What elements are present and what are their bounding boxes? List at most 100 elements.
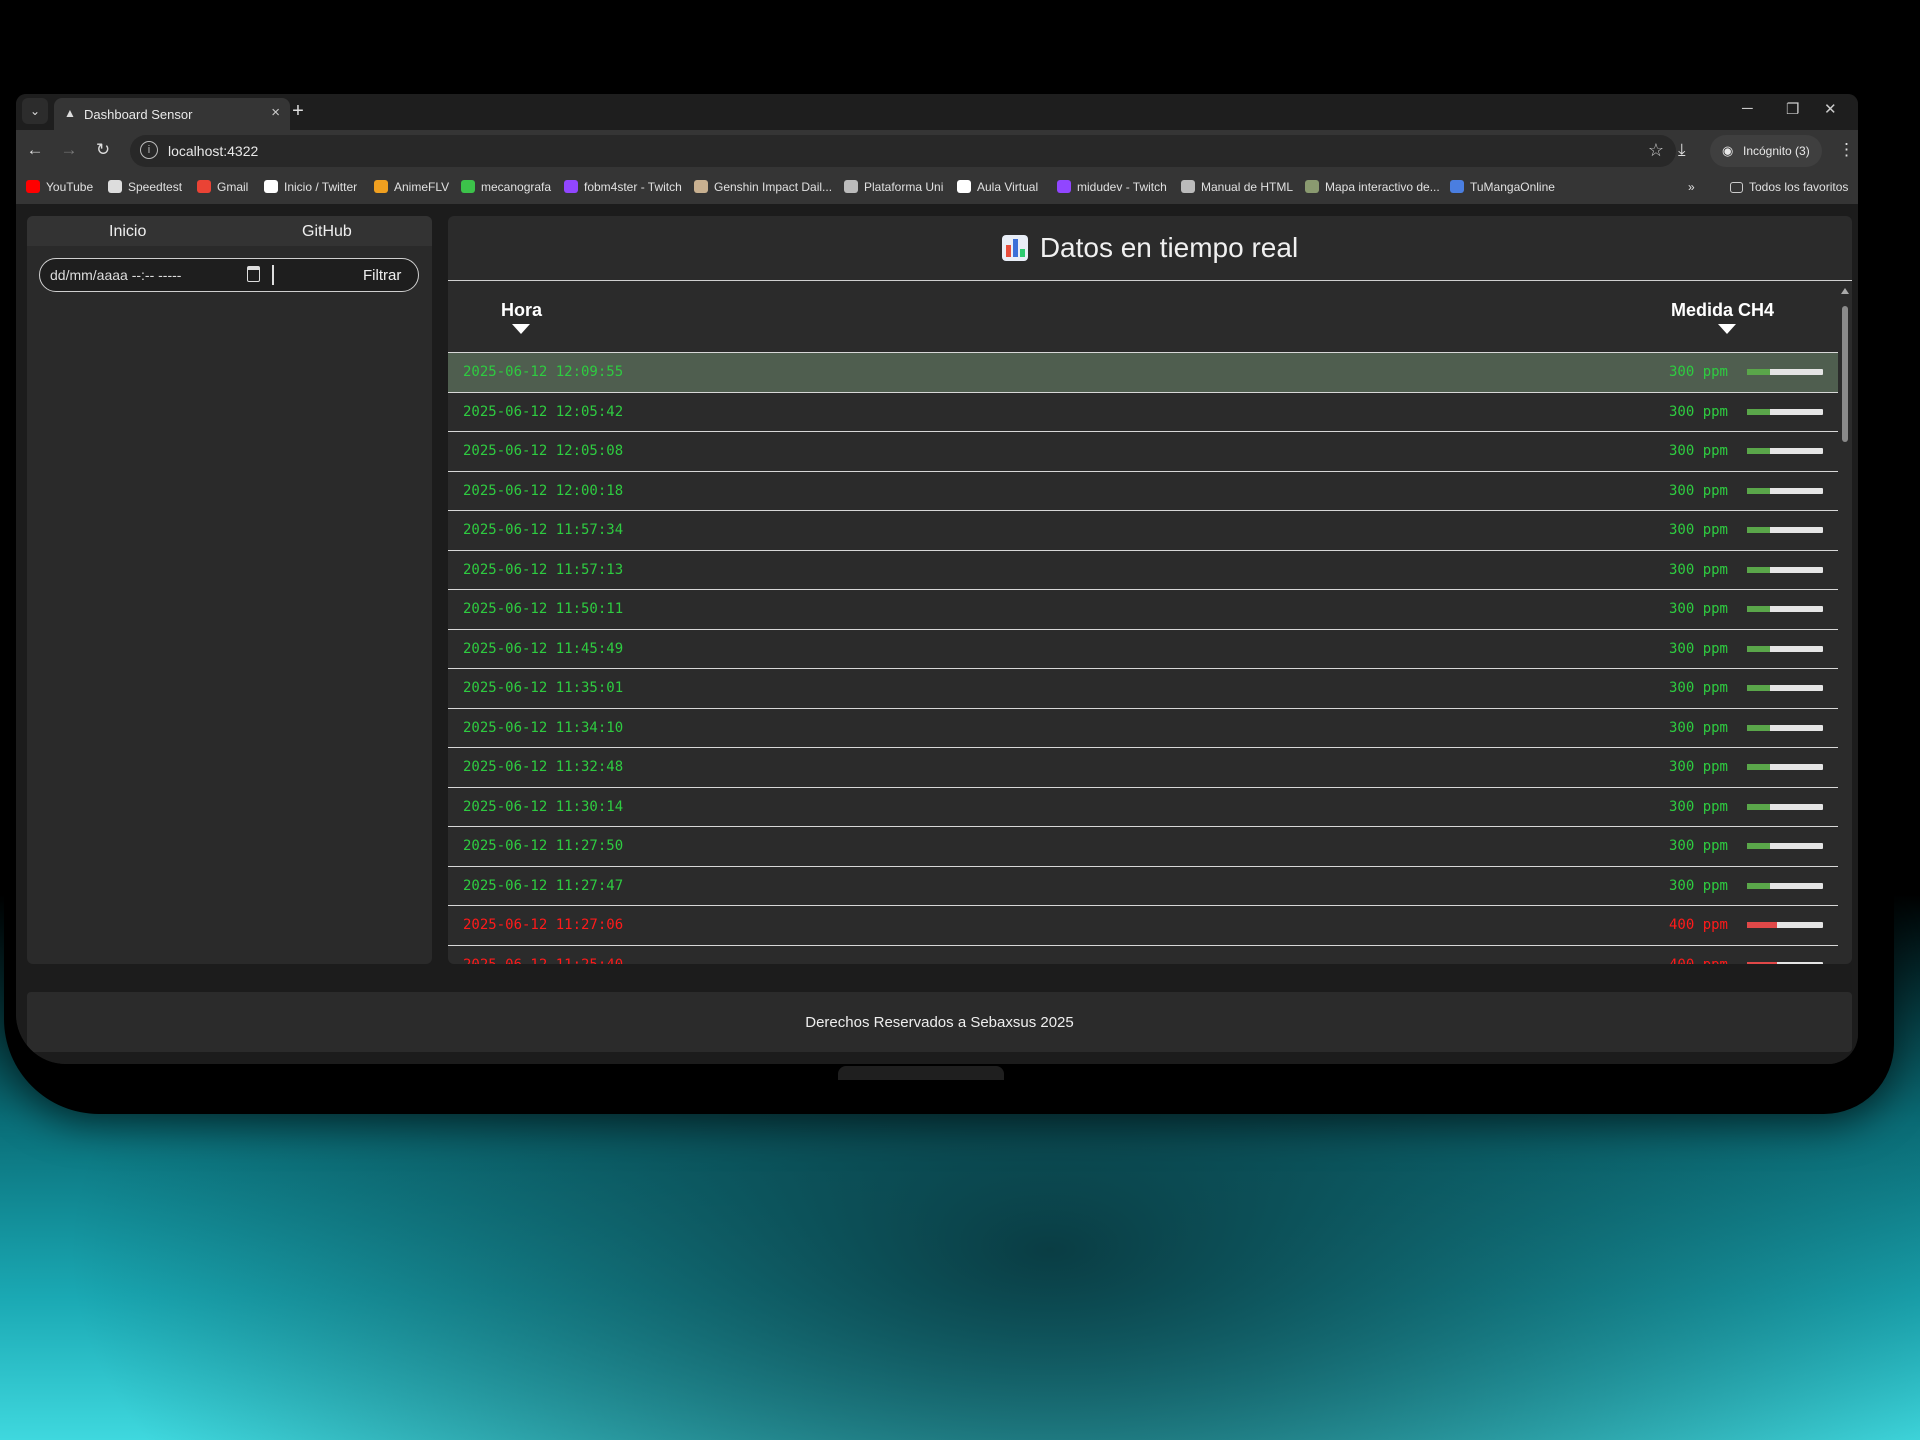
table-row[interactable]: 2025-06-12 11:27:50 300 ppm [448, 826, 1838, 866]
minimize-icon[interactable]: ─ [1742, 100, 1753, 117]
filter-button[interactable]: Filtrar [363, 267, 401, 284]
row-measurement: 300 ppm [1668, 601, 1728, 617]
table-scrollbar[interactable] [1838, 282, 1852, 964]
menu-kebab-icon[interactable]: ⋮ [1838, 140, 1855, 160]
row-timestamp: 2025-06-12 11:27:06 [463, 917, 624, 933]
bookmark-item[interactable]: TuMangaOnline [1450, 180, 1555, 194]
tab-dashboard-sensor[interactable]: ▲ Dashboard Sensor × [54, 98, 290, 130]
incognito-badge[interactable]: ◉ Incógnito (3) [1710, 135, 1822, 167]
table-row[interactable]: 2025-06-12 11:25:40 400 ppm [448, 944, 1838, 964]
level-bar-fill [1747, 764, 1770, 770]
row-measurement: 300 ppm [1668, 443, 1728, 459]
level-bar-fill [1747, 369, 1770, 375]
bookmark-item[interactable]: Speedtest [108, 180, 182, 194]
level-bar [1747, 487, 1823, 494]
row-measurement: 300 ppm [1668, 561, 1728, 578]
check-icon [461, 180, 475, 193]
tab-title: Dashboard Sensor [84, 107, 193, 122]
bookmark-label: mecanografa [481, 180, 552, 194]
input-divider [272, 265, 274, 285]
level-bar [1747, 922, 1823, 928]
row-measurement: 300 ppm [1668, 719, 1728, 736]
table-row[interactable]: 2025-06-12 12:09:55 300 ppm [448, 352, 1838, 392]
reload-icon[interactable]: ↻ [92, 140, 114, 160]
level-bar [1747, 882, 1823, 889]
browser-toolbar: ← → ↻ i localhost:4322 ☆ ⤓ ◉ Incógnito (… [16, 130, 1858, 172]
genshin-icon [694, 180, 708, 193]
bookmark-item[interactable]: Mapa interactivo de... [1305, 180, 1440, 194]
row-timestamp: 2025-06-12 11:57:13 [463, 561, 624, 578]
nav-link-inicio[interactable]: Inicio [109, 223, 146, 241]
bookmark-item[interactable]: fobm4ster - Twitch [564, 180, 682, 194]
row-measurement: 300 ppm [1668, 403, 1728, 420]
table-row[interactable]: 2025-06-12 11:35:01 300 ppm [448, 668, 1838, 708]
level-bar [1747, 961, 1823, 964]
bookmark-item[interactable]: AnimeFLV [374, 180, 449, 194]
bookmark-star-icon[interactable]: ☆ [1648, 140, 1664, 161]
bar-chart-icon [1001, 235, 1028, 261]
table-row[interactable]: 2025-06-12 11:57:34 300 ppm [448, 510, 1838, 550]
sort-down-icon[interactable] [1718, 324, 1736, 334]
tab-close-icon[interactable]: × [271, 104, 280, 121]
table-row[interactable]: 2025-06-12 11:27:06 400 ppm [448, 905, 1838, 945]
level-bar [1747, 408, 1823, 415]
table-row[interactable]: 2025-06-12 11:34:10 300 ppm [448, 707, 1838, 748]
bookmark-item[interactable]: Aula Virtual [957, 180, 1038, 194]
bookmark-item[interactable]: Manual de HTML [1181, 180, 1293, 194]
column-header-hora[interactable]: Hora [501, 300, 542, 321]
row-measurement: 300 ppm [1668, 838, 1728, 854]
bookmark-item[interactable]: Genshin Impact Dail... [694, 180, 832, 194]
folder-icon [1730, 182, 1743, 193]
download-icon[interactable]: ⤓ [1678, 140, 1686, 160]
new-tab-plus-icon[interactable]: + [284, 98, 312, 126]
bookmark-item[interactable]: mecanografa [461, 180, 551, 194]
all-bookmarks[interactable]: Todos los favoritos [1730, 180, 1848, 194]
table-row[interactable]: 2025-06-12 11:57:13 300 ppm [448, 549, 1838, 590]
bookmark-item[interactable]: midudev - Twitch [1057, 180, 1167, 194]
bookmarks-overflow-icon[interactable]: » [1688, 180, 1695, 194]
globe-icon [1181, 180, 1195, 193]
table-row[interactable]: 2025-06-12 12:00:18 300 ppm [448, 470, 1838, 511]
bookmark-item[interactable]: YouTube [26, 180, 93, 194]
restore-icon[interactable]: ❐ [1786, 100, 1799, 118]
row-timestamp: 2025-06-12 11:30:14 [463, 798, 624, 815]
row-measurement: 300 ppm [1668, 522, 1728, 538]
level-bar-fill [1747, 724, 1770, 731]
forward-arrow-icon[interactable]: → [58, 140, 80, 160]
sort-down-icon[interactable] [512, 324, 530, 334]
scroll-thumb[interactable] [1842, 306, 1848, 442]
speedtest-icon [108, 180, 122, 193]
scroll-up-icon[interactable] [1841, 288, 1849, 294]
data-table-body: 2025-06-12 12:09:55 300 ppm 2025-06-12 12:… [448, 352, 1838, 964]
tab-search-chevron-icon[interactable]: ⌄ [22, 98, 48, 124]
table-row[interactable]: 2025-06-12 11:27:47 300 ppm [448, 865, 1838, 906]
row-timestamp: 2025-06-12 11:34:10 [463, 719, 624, 736]
table-row[interactable]: 2025-06-12 11:30:14 300 ppm [448, 786, 1838, 827]
table-row[interactable]: 2025-06-12 11:50:11 300 ppm [448, 589, 1838, 629]
address-bar[interactable]: i localhost:4322 ☆ [130, 135, 1676, 167]
table-row[interactable]: 2025-06-12 12:05:08 300 ppm [448, 431, 1838, 471]
bookmark-item[interactable]: Plataforma Uni [844, 180, 943, 194]
datetime-input[interactable]: dd/mm/aaaa --:-- ----- [50, 267, 181, 283]
bookmark-item[interactable]: Inicio / Twitter [264, 180, 357, 194]
level-bar [1747, 724, 1823, 731]
close-window-icon[interactable]: ✕ [1824, 100, 1837, 118]
column-header-ch4[interactable]: Medida CH4 [1671, 300, 1774, 321]
page-content: Inicio GitHub dd/mm/aaaa --:-- ----- Fil… [16, 204, 1858, 1064]
animeflv-icon [374, 180, 388, 193]
all-bookmarks-label: Todos los favoritos [1749, 180, 1849, 194]
sidebar-nav: Inicio GitHub [27, 216, 432, 246]
bookmark-item[interactable]: Gmail [197, 180, 248, 194]
table-row[interactable]: 2025-06-12 12:05:42 300 ppm [448, 391, 1838, 432]
site-info-icon[interactable]: i [140, 141, 158, 159]
back-arrow-icon[interactable]: ← [24, 140, 46, 160]
table-row[interactable]: 2025-06-12 11:45:49 300 ppm [448, 628, 1838, 669]
level-bar [1747, 764, 1823, 770]
youtube-icon [26, 180, 40, 193]
nav-link-github[interactable]: GitHub [302, 223, 352, 241]
row-timestamp: 2025-06-12 11:35:01 [463, 680, 624, 696]
table-row[interactable]: 2025-06-12 11:32:48 300 ppm [448, 747, 1838, 787]
footer: Derechos Reservados a Sebaxsus 2025 [27, 992, 1852, 1052]
table-header: Hora Medida CH4 [448, 282, 1838, 352]
calendar-icon[interactable] [247, 266, 260, 282]
